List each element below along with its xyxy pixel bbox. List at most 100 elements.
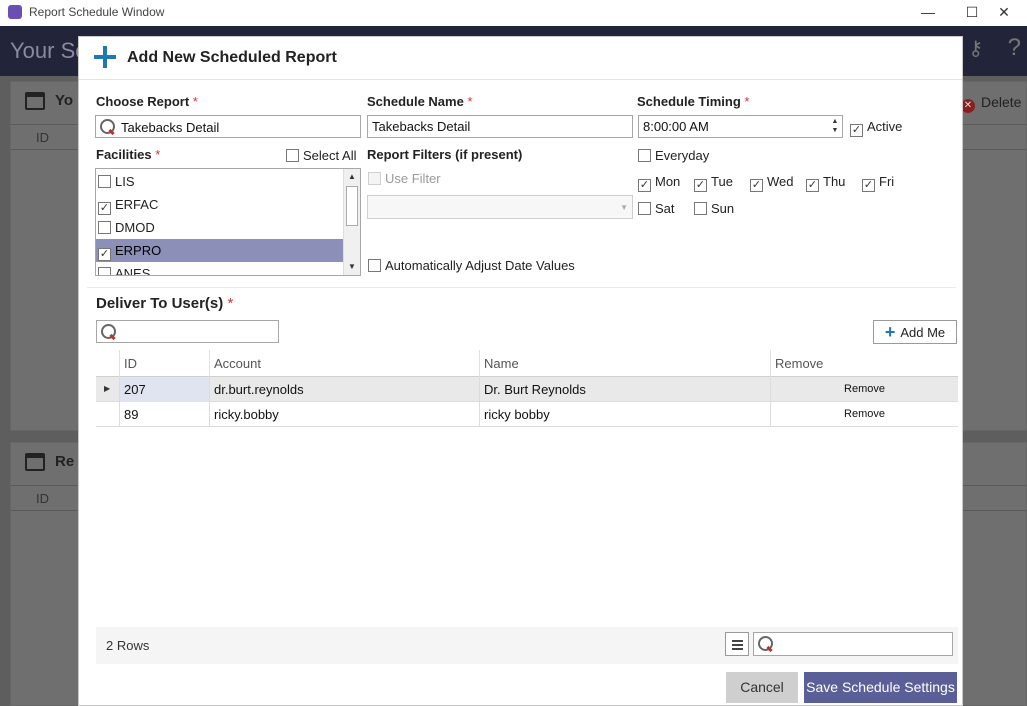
check-icon[interactable] [98, 175, 111, 188]
day-checkbox-sun[interactable]: Sun [694, 201, 734, 216]
window-titlebar: Report Schedule Window — ☐ ✕ [0, 0, 1027, 26]
deliver-to-users-label: Deliver To User(s) * [96, 295, 233, 312]
column-header-remove[interactable]: Remove [770, 350, 958, 377]
use-filter-checkbox[interactable]: Use Filter [368, 171, 441, 186]
day-label: Sat [655, 201, 675, 216]
remove-user-button[interactable]: Remove [770, 377, 958, 402]
add-me-button[interactable]: + Add Me [873, 320, 957, 344]
section-divider [87, 287, 956, 288]
schedule-timing-label-text: Schedule Timing [637, 94, 741, 109]
facility-item-lis[interactable]: LIS [96, 170, 344, 193]
facility-item-erpro[interactable]: ✓ ERPRO [96, 239, 344, 262]
background-grid2-id: ID [36, 491, 49, 506]
use-filter-label: Use Filter [385, 171, 441, 186]
active-label: Active [867, 119, 903, 134]
use-filter-check-icon[interactable] [368, 172, 381, 185]
grid-filter-input[interactable] [753, 632, 953, 656]
day-checkbox-fri[interactable]: ✓ Fri [862, 174, 894, 192]
day-checkbox-thu[interactable]: ✓ Thu [806, 174, 845, 192]
close-button[interactable]: ✕ [981, 0, 1027, 26]
day-checkbox-tue[interactable]: ✓ Tue [694, 174, 733, 192]
row-count: 2 Rows [106, 638, 150, 653]
report-filters-label: Report Filters (if present) [367, 147, 523, 162]
choose-report-input[interactable]: Takebacks Detail [95, 115, 361, 138]
column-menu-button[interactable] [725, 632, 749, 656]
dialog-title: Add New Scheduled Report [127, 49, 337, 66]
facility-label: DMOD [115, 220, 155, 235]
facility-item-dmod[interactable]: DMOD [96, 216, 344, 239]
column-header-name[interactable]: Name [479, 350, 770, 377]
facilities-scrollbar[interactable]: ▲ ▼ [343, 169, 360, 275]
table-row[interactable]: 89 ricky.bobby ricky bobby Remove [96, 402, 958, 427]
check-icon[interactable]: ✓ [750, 179, 763, 192]
background-panel-title: Yo [55, 92, 74, 109]
time-spinner[interactable]: ▲ ▼ [828, 116, 842, 137]
select-all-checkbox[interactable]: Select All [286, 148, 356, 163]
cell-account[interactable]: ricky.bobby [209, 402, 479, 427]
facility-item-erfac[interactable]: ✓ ERFAC [96, 193, 344, 216]
minimize-button[interactable]: — [905, 0, 951, 26]
check-icon[interactable]: ✓ [806, 179, 819, 192]
schedule-name-input[interactable]: Takebacks Detail [367, 115, 633, 138]
day-checkbox-wed[interactable]: ✓ Wed [750, 174, 794, 192]
background-header-title: Your Sc [10, 38, 87, 63]
save-schedule-button[interactable]: Save Schedule Settings [804, 672, 957, 703]
cell-name[interactable]: Dr. Burt Reynolds [479, 377, 770, 402]
delete-icon: ✕ [961, 99, 975, 113]
cancel-button[interactable]: Cancel [726, 672, 798, 703]
spin-down-icon[interactable]: ▼ [828, 126, 842, 135]
cell-account[interactable]: dr.burt.reynolds [209, 377, 479, 402]
calendar-icon [25, 92, 45, 110]
facility-label: ERFAC [115, 197, 159, 212]
auto-adjust-dates-checkbox[interactable]: Automatically Adjust Date Values [368, 258, 575, 273]
cell-id[interactable]: 89 [119, 402, 209, 427]
active-checkbox[interactable]: ✓ Active [850, 119, 902, 137]
check-icon[interactable]: ✓ [98, 248, 111, 261]
scroll-thumb[interactable] [346, 186, 358, 226]
check-icon[interactable]: ✓ [694, 179, 707, 192]
cell-id[interactable]: 207 [119, 377, 209, 402]
check-icon[interactable] [694, 202, 707, 215]
chevron-down-icon: ▼ [620, 203, 628, 212]
table-row[interactable]: ▶ 207 dr.burt.reynolds Dr. Burt Reynolds… [96, 377, 958, 402]
day-label: Sun [711, 201, 735, 216]
choose-report-label: Choose Report * [96, 94, 198, 109]
active-check-icon[interactable]: ✓ [850, 124, 863, 137]
cell-name[interactable]: ricky bobby [479, 402, 770, 427]
keys-icon: ⚷ [968, 38, 983, 60]
scroll-up-icon[interactable]: ▲ [344, 169, 360, 185]
check-icon[interactable] [98, 221, 111, 234]
check-icon[interactable] [98, 267, 111, 275]
dialog-header: Add New Scheduled Report [79, 37, 962, 80]
day-checkbox-sat[interactable]: Sat [638, 201, 675, 216]
required-marker: * [192, 94, 198, 109]
facilities-list[interactable]: LIS ✓ ERFAC DMOD ✓ ERPRO ANES ▲ ▼ [95, 168, 361, 276]
users-grid: ID Account Name Remove ▶ 207 dr.burt.rey… [96, 350, 958, 627]
everyday-checkbox[interactable]: Everyday [638, 148, 709, 163]
check-icon[interactable] [638, 202, 651, 215]
filter-select[interactable]: ▼ [367, 195, 633, 219]
background-panel2-title: Re [55, 453, 75, 470]
column-header-account[interactable]: Account [209, 350, 479, 377]
spin-up-icon[interactable]: ▲ [828, 117, 842, 126]
user-search-input[interactable] [96, 320, 279, 343]
day-checkbox-mon[interactable]: ✓ Mon [638, 174, 680, 192]
check-icon[interactable]: ✓ [862, 179, 875, 192]
help-icon: ? [1007, 34, 1021, 61]
check-icon[interactable]: ✓ [638, 179, 651, 192]
grid-footer: 2 Rows [96, 627, 958, 664]
day-label: Thu [823, 174, 846, 189]
facility-item-anes[interactable]: ANES [96, 262, 344, 275]
schedule-time-input[interactable]: 8:00:00 AM ▲ ▼ [638, 115, 843, 138]
background-delete-label: Delete [981, 94, 1022, 110]
everyday-check-icon[interactable] [638, 149, 651, 162]
required-marker: * [744, 94, 750, 109]
search-icon [101, 324, 117, 340]
remove-user-button[interactable]: Remove [770, 402, 958, 427]
required-marker: * [227, 295, 234, 312]
column-header-id[interactable]: ID [119, 350, 209, 377]
scroll-down-icon[interactable]: ▼ [344, 259, 360, 275]
select-all-check-icon[interactable] [286, 149, 299, 162]
check-icon[interactable]: ✓ [98, 202, 111, 215]
auto-adjust-check-icon[interactable] [368, 259, 381, 272]
